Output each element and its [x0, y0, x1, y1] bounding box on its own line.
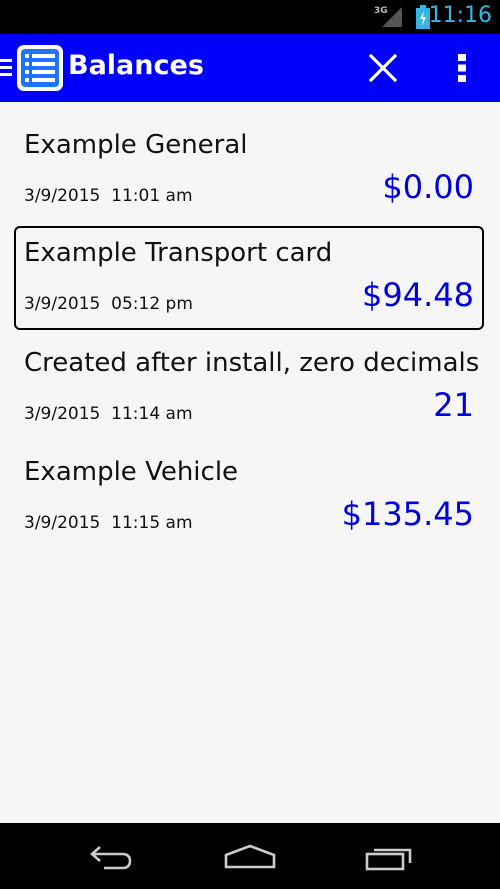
- balance-name: Created after install, zero decimals: [24, 348, 480, 378]
- balance-date: 3/9/2015 05:12 pm: [24, 294, 193, 314]
- balance-item-zero-decimals[interactable]: Created after install, zero decimals 3/9…: [14, 336, 484, 440]
- status-bar: 3G 11:16: [0, 0, 500, 34]
- balance-amount: $135.45: [341, 495, 474, 533]
- close-icon: [369, 54, 397, 82]
- balance-list-icon[interactable]: [16, 44, 64, 92]
- network-type: 3G: [374, 6, 388, 16]
- balance-name: Example General: [24, 130, 248, 160]
- status-time: 11:16: [428, 3, 492, 28]
- overflow-menu-button[interactable]: [440, 44, 484, 92]
- balance-date: 3/9/2015 11:01 am: [24, 186, 193, 206]
- balance-amount: $0.00: [382, 168, 474, 206]
- back-button[interactable]: [80, 837, 140, 877]
- more-vert-icon: [458, 54, 466, 82]
- balance-name: Example Transport card: [24, 238, 333, 268]
- home-icon: [224, 844, 276, 869]
- balance-item-transport-card[interactable]: Example Transport card 3/9/2015 05:12 pm…: [14, 226, 484, 330]
- action-bar: Balances: [0, 34, 500, 102]
- close-button[interactable]: [360, 48, 406, 88]
- menu-up-icon[interactable]: [0, 58, 14, 78]
- page-title: Balances: [68, 50, 204, 81]
- signal-icon: 3G: [374, 6, 404, 28]
- balance-name: Example Vehicle: [24, 457, 239, 487]
- home-button[interactable]: [220, 837, 280, 877]
- balance-date: 3/9/2015 11:14 am: [24, 404, 193, 424]
- balance-date: 3/9/2015 11:15 am: [24, 513, 193, 533]
- back-icon: [90, 846, 132, 870]
- recents-icon: [365, 848, 412, 871]
- balance-item-vehicle[interactable]: Example Vehicle 3/9/2015 11:15 am $135.4…: [14, 445, 484, 549]
- balance-item-general[interactable]: Example General 3/9/2015 11:01 am $0.00: [14, 118, 484, 222]
- balance-amount: 21: [433, 386, 474, 424]
- balance-amount: $94.48: [362, 276, 474, 314]
- recents-button[interactable]: [360, 837, 420, 877]
- navigation-bar: [0, 823, 500, 889]
